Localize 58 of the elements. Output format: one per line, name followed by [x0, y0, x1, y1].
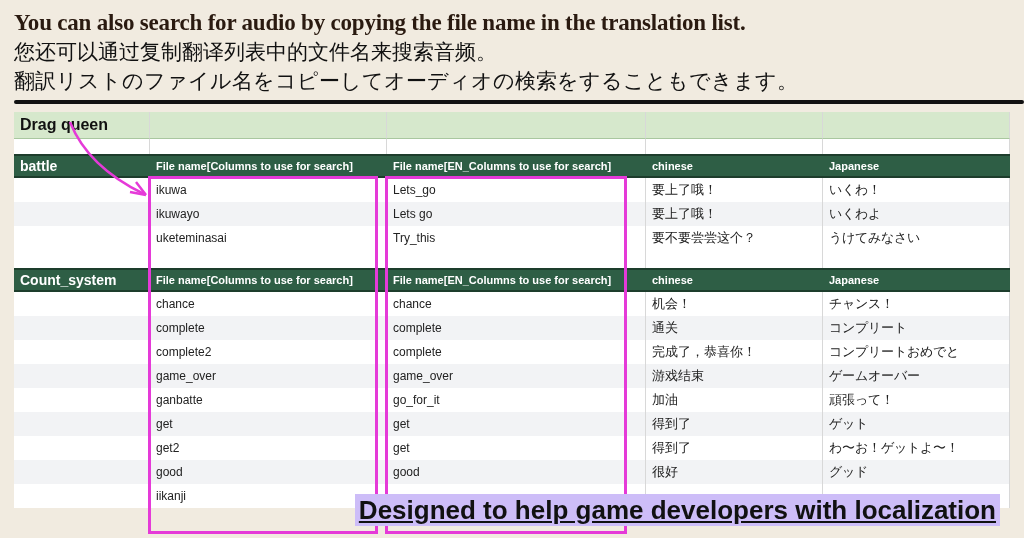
- subtitle: 您还可以通过复制翻译列表中的文件名来搜索音频。: [14, 39, 498, 66]
- table-cell: チャンス！: [823, 292, 1010, 316]
- table-cell: 加油: [646, 388, 823, 412]
- column-header: Japanese: [823, 154, 1010, 178]
- column-header: chinese: [646, 154, 823, 178]
- column-header: File name[Columns to use for search]: [150, 154, 387, 178]
- column-header: File name[Columns to use for search]: [150, 268, 387, 292]
- table-cell: ikuwayo: [150, 202, 387, 226]
- table-cell: uketeminasai: [150, 226, 387, 250]
- headline: You can also search for audio by copying the file name in the translation list.: [14, 9, 747, 37]
- table-cell: わ〜お！ゲットよ〜！: [823, 436, 1010, 460]
- table-cell: complete: [150, 316, 387, 340]
- column-header: File name[EN_Columns to use for search]: [387, 268, 646, 292]
- table-cell: コンプリートおめでと: [823, 340, 1010, 364]
- column-header: File name[EN_Columns to use for search]: [387, 154, 646, 178]
- table-cell: 要上了哦！: [646, 178, 823, 202]
- section-header: battle: [14, 154, 150, 178]
- table-cell: 机会！: [646, 292, 823, 316]
- table-cell: 要上了哦！: [646, 202, 823, 226]
- table-cell: complete: [387, 340, 646, 364]
- table-cell: get2: [150, 436, 387, 460]
- table-cell: 頑張って！: [823, 388, 1010, 412]
- table-cell: get: [150, 412, 387, 436]
- table-cell: good: [150, 460, 387, 484]
- table-cell: Try_this: [387, 226, 646, 250]
- table-cell: ゲット: [823, 412, 1010, 436]
- sheet-title: Drag queen: [14, 112, 150, 139]
- table-cell: 得到了: [646, 436, 823, 460]
- table-cell: Lets go: [387, 202, 646, 226]
- table-cell: get: [387, 412, 646, 436]
- table-cell: ゲームオーバー: [823, 364, 1010, 388]
- table-cell: いくわよ: [823, 202, 1010, 226]
- table-cell: game_over: [387, 364, 646, 388]
- table-cell: go_for_it: [387, 388, 646, 412]
- table-cell: good: [387, 460, 646, 484]
- table-cell: complete2: [150, 340, 387, 364]
- table-cell: コンプリート: [823, 316, 1010, 340]
- table-cell: ikuwa: [150, 178, 387, 202]
- subtitle: 翻訳リストのファイル名をコピーしてオーディオの検索をすることもできます。: [14, 68, 799, 95]
- table-cell: game_over: [150, 364, 387, 388]
- table-cell: 游戏结束: [646, 364, 823, 388]
- section-header: Count_system: [14, 268, 150, 292]
- table-cell: 很好: [646, 460, 823, 484]
- table-cell: 得到了: [646, 412, 823, 436]
- table-cell: 要不要尝尝这个？: [646, 226, 823, 250]
- table-cell: get: [387, 436, 646, 460]
- table-cell: いくわ！: [823, 178, 1010, 202]
- table-cell: Lets_go: [387, 178, 646, 202]
- table-cell: グッド: [823, 460, 1010, 484]
- column-header: chinese: [646, 268, 823, 292]
- column-header: Japanese: [823, 268, 1010, 292]
- table-cell: 完成了，恭喜你！: [646, 340, 823, 364]
- table-cell: うけてみなさい: [823, 226, 1010, 250]
- table-cell: chance: [387, 292, 646, 316]
- table-cell: 通关: [646, 316, 823, 340]
- table-cell: complete: [387, 316, 646, 340]
- table-cell: ganbatte: [150, 388, 387, 412]
- table-cell: chance: [150, 292, 387, 316]
